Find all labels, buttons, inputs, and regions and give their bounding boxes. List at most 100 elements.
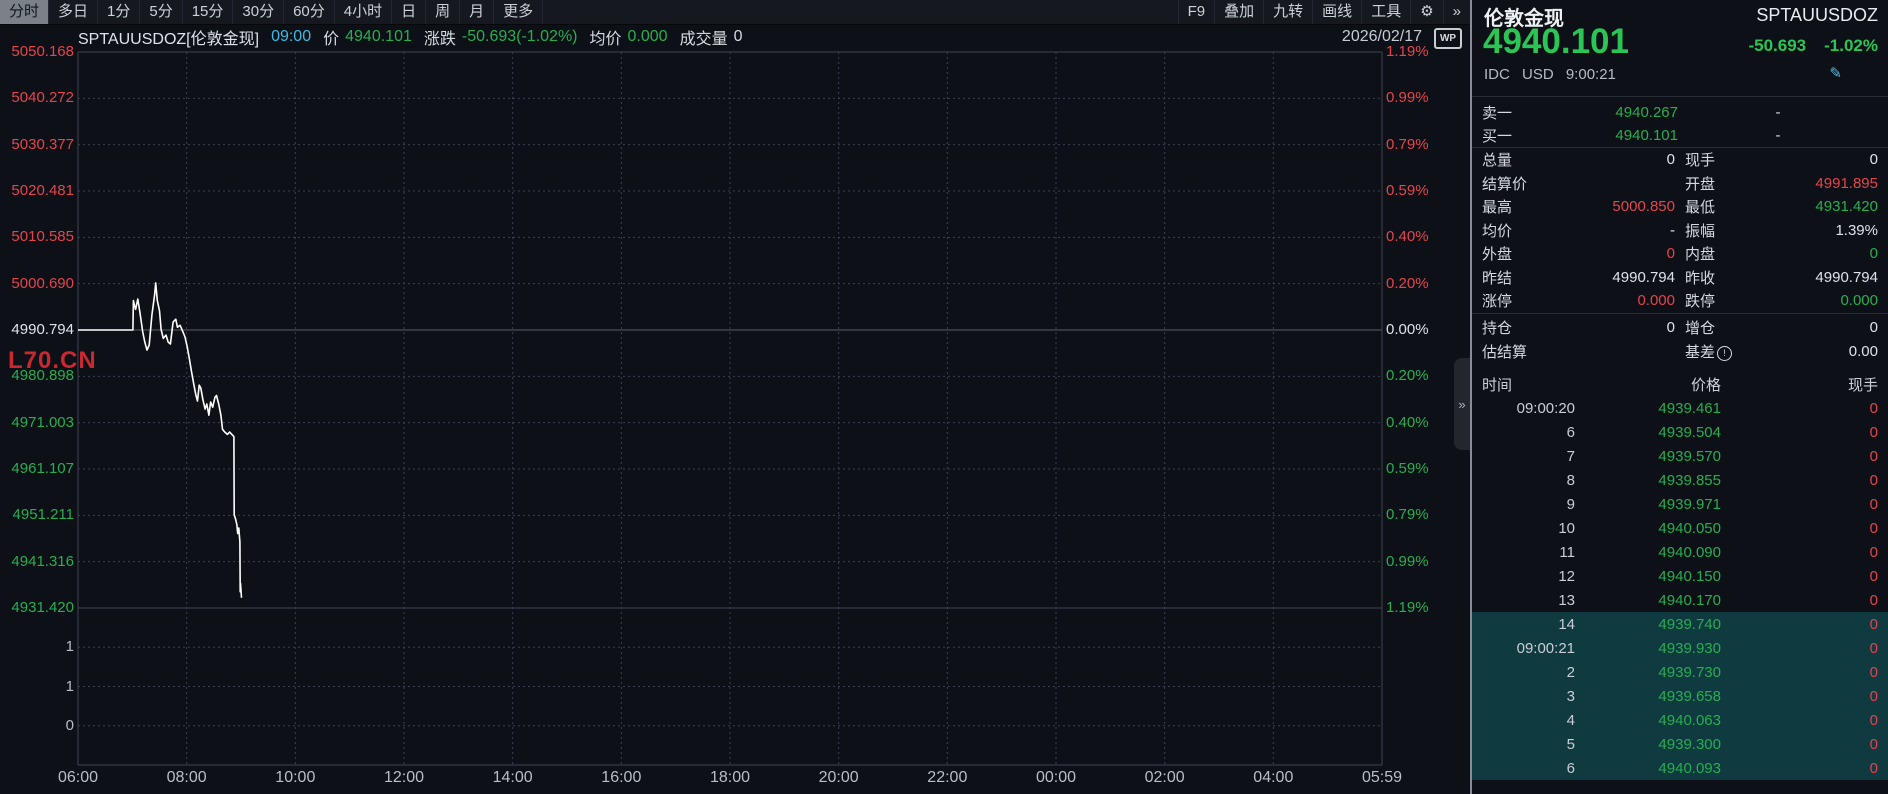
tick-row[interactable]: 54939.3000: [1472, 732, 1888, 756]
change-amount: -50.693: [1748, 36, 1806, 55]
price-value: 4940.101: [345, 28, 412, 46]
period-tab[interactable]: 4小时: [335, 0, 392, 24]
tick-volume: 0: [1721, 472, 1878, 489]
period-tab[interactable]: 1分: [98, 0, 140, 24]
tick-time: 9: [1482, 496, 1575, 513]
period-tab[interactable]: 15分: [183, 0, 234, 24]
stat-label: 外盘: [1482, 243, 1552, 264]
tick-row[interactable]: 124940.1500: [1472, 564, 1888, 588]
percent-axis-label: 0.20%: [1386, 275, 1429, 293]
stat-value: 0: [1552, 245, 1675, 262]
tick-row[interactable]: 09:00:204939.4610: [1472, 396, 1888, 420]
stat-value: 0.000: [1552, 292, 1675, 309]
price-axis-label: 4971.003: [0, 414, 74, 432]
tick-row[interactable]: 34939.6580: [1472, 684, 1888, 708]
stat-row: 昨结4990.794昨收4990.794: [1472, 266, 1888, 290]
divider: [1472, 96, 1888, 97]
percent-axis-label: 0.79%: [1386, 136, 1429, 154]
tick-row[interactable]: 114940.0900: [1472, 540, 1888, 564]
tick-row[interactable]: 64939.5040: [1472, 420, 1888, 444]
tick-volume: 0: [1721, 568, 1878, 585]
tick-volume: 0: [1721, 496, 1878, 513]
tick-price: 4939.658: [1575, 688, 1721, 705]
time-axis-label: 10:00: [263, 769, 327, 787]
stat-label: 涨停: [1482, 290, 1552, 311]
period-tab[interactable]: 多日: [49, 0, 98, 24]
tick-time: 11: [1482, 544, 1575, 561]
collapse-panel-handle[interactable]: »: [1454, 358, 1470, 450]
price-axis-label: 5010.585: [0, 228, 74, 246]
tick-row[interactable]: 74939.5700: [1472, 444, 1888, 468]
info-icon[interactable]: !: [1717, 346, 1732, 361]
period-tab[interactable]: 周: [426, 0, 460, 24]
stat-label: 估结算: [1482, 341, 1552, 362]
tick-time: 09:00:21: [1482, 640, 1575, 657]
stat-label: 最低: [1685, 196, 1755, 217]
price-axis-label: 4931.420: [0, 599, 74, 617]
volume-value: 0: [734, 28, 743, 46]
stat-value: 0: [1552, 319, 1675, 336]
period-tab[interactable]: 更多: [494, 0, 543, 24]
period-tab[interactable]: 5分: [140, 0, 182, 24]
time-axis-label: 20:00: [807, 769, 871, 787]
period-tab[interactable]: 30分: [233, 0, 284, 24]
f9-button[interactable]: F9: [1178, 0, 1215, 24]
stat-value: -: [1552, 222, 1675, 239]
tick-volume: 0: [1721, 736, 1878, 753]
stat-value: 4990.794: [1755, 269, 1878, 286]
period-tab[interactable]: 分时: [0, 0, 49, 24]
tick-price: 4939.461: [1575, 400, 1721, 417]
draw-line-button[interactable]: 画线: [1312, 0, 1361, 24]
tick-row[interactable]: 134940.1700: [1472, 588, 1888, 612]
price-axis-label: 4941.316: [0, 553, 74, 571]
tick-row[interactable]: 24939.7300: [1472, 660, 1888, 684]
wp-monitor-icon[interactable]: WP: [1434, 28, 1462, 49]
tick-row[interactable]: 104940.0500: [1472, 516, 1888, 540]
tick-price: 4939.730: [1575, 664, 1721, 681]
tick-row[interactable]: 64940.0930: [1472, 756, 1888, 780]
nine-turn-button[interactable]: 九转: [1263, 0, 1312, 24]
overlay-button[interactable]: 叠加: [1214, 0, 1263, 24]
percent-axis-label: 0.00%: [1386, 321, 1429, 339]
stat-label: 现手: [1685, 149, 1755, 170]
tick-row[interactable]: 84939.8550: [1472, 468, 1888, 492]
stat-value: 5000.850: [1552, 198, 1675, 215]
gear-icon[interactable]: ⚙: [1410, 0, 1442, 24]
stat-value: 0: [1755, 319, 1878, 336]
tick-price: 4939.855: [1575, 472, 1721, 489]
volume-column-header: 现手: [1721, 374, 1878, 395]
time-axis-label: 22:00: [915, 769, 979, 787]
edit-pencil-icon[interactable]: ✎: [1829, 64, 1842, 82]
stat-row: 涨停0.000跌停0.000: [1472, 289, 1888, 313]
tools-button[interactable]: 工具: [1361, 0, 1410, 24]
price-change: -50.693-1.02%: [1730, 36, 1878, 56]
ask-row: 卖一 4940.267 -: [1482, 101, 1878, 124]
tick-row[interactable]: 94939.9710: [1472, 492, 1888, 516]
tick-price: 4940.150: [1575, 568, 1721, 585]
bid-price: 4940.101: [1552, 127, 1678, 144]
tick-price: 4940.170: [1575, 592, 1721, 609]
tick-price: 4939.300: [1575, 736, 1721, 753]
tick-time: 5: [1482, 736, 1575, 753]
percent-axis-label: 0.79%: [1386, 506, 1429, 524]
stat-value: 1.39%: [1755, 222, 1878, 239]
stat-label: 持仓: [1482, 317, 1552, 338]
tick-volume: 0: [1721, 520, 1878, 537]
period-tab[interactable]: 日: [392, 0, 426, 24]
period-tab[interactable]: 60分: [284, 0, 335, 24]
more-icon[interactable]: »: [1443, 0, 1470, 24]
tick-time: 8: [1482, 472, 1575, 489]
tick-time: 6: [1482, 424, 1575, 441]
quote-time: 09:00: [271, 28, 311, 46]
volume-axis-label: 1: [0, 678, 74, 696]
period-tab[interactable]: 月: [460, 0, 494, 24]
tick-row[interactable]: 44940.0630: [1472, 708, 1888, 732]
change-label: 涨跌: [424, 25, 456, 49]
tick-time: 13: [1482, 592, 1575, 609]
ask-price: 4940.267: [1552, 104, 1678, 121]
tick-row[interactable]: 09:00:214939.9300: [1472, 636, 1888, 660]
stat-label: 基差!: [1685, 341, 1755, 362]
tick-row[interactable]: 144939.7400: [1472, 612, 1888, 636]
stat-value: 0: [1552, 151, 1675, 168]
price-axis-label: 5000.690: [0, 275, 74, 293]
